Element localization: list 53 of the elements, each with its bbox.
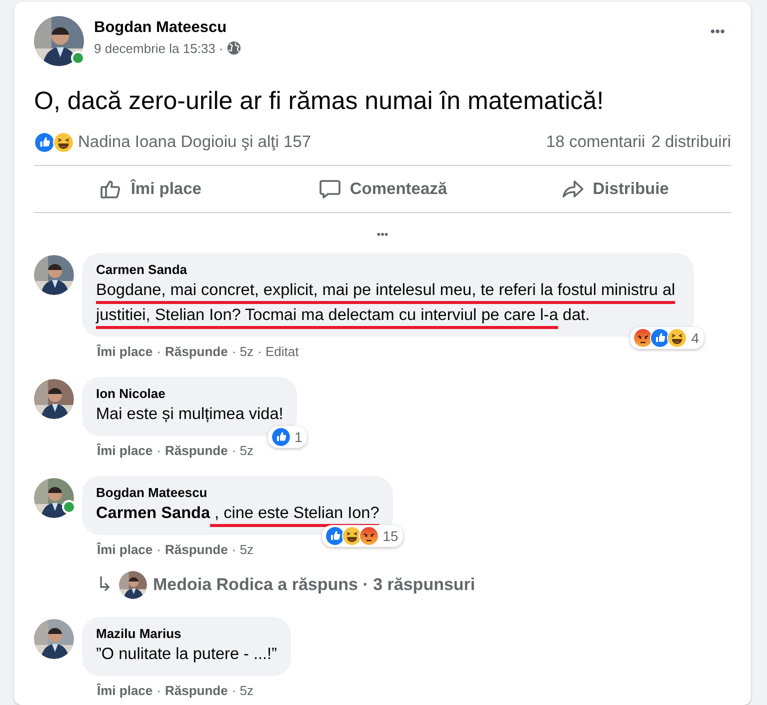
comment-text: Mai este și mulțimea vida!	[96, 404, 284, 425]
reactions-badge[interactable]: 1	[268, 426, 308, 448]
reply-link[interactable]: Răspunde	[164, 344, 228, 359]
reply-link[interactable]: Răspunde	[164, 443, 228, 458]
laughing-face-icon	[53, 132, 74, 153]
globe-icon	[227, 41, 242, 55]
comment-time: · 5z	[232, 683, 254, 698]
separator: ·	[156, 443, 161, 458]
comment-text: ”O nulitate la putere - ...!”	[96, 644, 277, 665]
like-reaction-icon	[270, 427, 291, 447]
comment-text: Carmen Sanda , cine este Stelian Ion?	[96, 503, 380, 524]
like-button[interactable]: Îmi place	[34, 170, 266, 208]
edited-label: · Editat	[258, 344, 299, 359]
reacted-by-link[interactable]: Nadina Ioana Dogioiu şi alţi 157	[78, 133, 311, 152]
shares-count-link[interactable]: 2 distribuiri	[651, 133, 731, 152]
like-reaction-icon	[34, 132, 55, 153]
comment-button[interactable]: Comentează	[266, 170, 499, 208]
like-link[interactable]: Îmi place	[97, 344, 153, 359]
reactions-badge[interactable]: 15	[322, 525, 404, 547]
comments-count-link[interactable]: 18 comentarii	[546, 133, 646, 152]
share-button[interactable]: Distribuie	[498, 170, 731, 208]
view-replies-link[interactable]: Medoia Rodica a răspuns · 3 răspunsuri	[153, 575, 476, 595]
more-comments-button[interactable]: •••	[376, 229, 388, 241]
reply-link[interactable]: Răspunde	[164, 542, 228, 557]
like-link[interactable]: Îmi place	[97, 683, 153, 698]
reaction-summary[interactable]	[34, 132, 72, 153]
commenter-name[interactable]: Carmen Sanda	[96, 262, 680, 278]
comment-time: · 5z	[232, 443, 254, 458]
separator: ·	[156, 542, 161, 557]
angry-face-icon	[633, 328, 654, 348]
reply-arrow-icon: ↳	[96, 575, 113, 595]
reactions-badge[interactable]: 4	[630, 327, 704, 349]
reply-link[interactable]: Răspunde	[164, 683, 228, 698]
laughing-face-icon	[342, 526, 362, 546]
post-date: 9 decembrie la 15:33 ·	[94, 40, 224, 56]
like-reaction-icon	[650, 328, 670, 348]
like-reaction-icon	[324, 526, 345, 546]
like-link[interactable]: Îmi place	[97, 542, 153, 557]
post-text: O, dacă zero-urile ar fi rămas numai în matematică!	[34, 86, 605, 117]
more-options-button[interactable]: •••	[704, 17, 731, 45]
comment-text: Bogdane, mai concret, explicit, mai pe intelesul meu, te referi la fostul ministru al justitiei, Stelian Ion? Tocmai ma delectam cu interviul pe care l-a dat.	[96, 280, 676, 326]
commenter-name[interactable]: Mazilu Marius	[96, 626, 277, 642]
separator: ·	[156, 344, 161, 359]
comment-time: · 5z	[232, 542, 254, 557]
comment-time: · 5z	[232, 344, 254, 359]
author-name[interactable]: Bogdan Mateescu	[94, 18, 694, 36]
laughing-face-icon	[667, 328, 688, 348]
speech-bubble-icon	[318, 177, 342, 201]
angry-face-icon	[358, 526, 379, 546]
commenter-name[interactable]: Ion Nicolae	[96, 386, 284, 402]
separator: ·	[156, 683, 161, 698]
commenter-name[interactable]: Bogdan Mateescu	[96, 485, 380, 501]
like-link[interactable]: Îmi place	[97, 443, 153, 458]
